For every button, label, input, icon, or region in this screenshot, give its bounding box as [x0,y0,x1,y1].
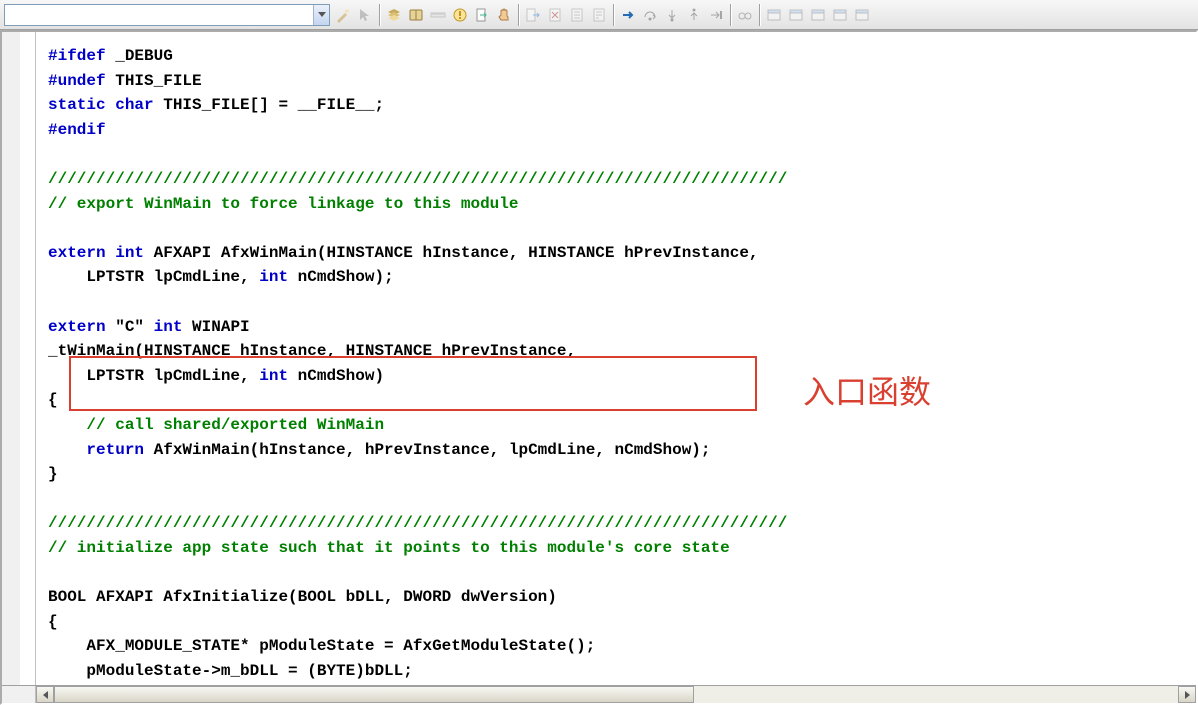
code-token: char [115,96,153,114]
scroll-right-button[interactable] [1178,686,1196,703]
toolbar-separator [518,4,519,26]
code-token: // export WinMain to force linkage to th… [48,195,518,213]
hand-icon[interactable] [493,4,515,26]
scroll-left-button[interactable] [36,686,54,703]
editor-gutter [2,32,36,685]
chevron-down-icon[interactable] [313,5,329,25]
code-token: { [48,391,58,409]
doc-right-icon[interactable] [471,4,493,26]
code-token: LPTSTR lpCmdLine, [48,268,259,286]
code-token [48,416,86,434]
doc-x-icon[interactable] [544,4,566,26]
code-token: { [48,613,58,631]
toolbar-separator [379,4,380,26]
code-token: WINAPI [182,318,249,336]
code-token: static [48,96,106,114]
code-text[interactable]: #ifdef _DEBUG #undef THIS_FILE static ch… [36,32,1196,683]
breakpoint-margin[interactable] [2,32,20,685]
editor-frame: #ifdef _DEBUG #undef THIS_FILE static ch… [0,30,1198,705]
code-token [106,244,116,262]
step-into-icon[interactable] [661,4,683,26]
code-token: _tWinMain(HINSTANCE hInstance, HINSTANCE… [48,342,576,360]
pointer-icon[interactable] [354,4,376,26]
toolbar-separator [613,4,614,26]
code-token: AFXAPI AfxWinMain(HINSTANCE hInstance, H… [144,244,759,262]
step-over-icon[interactable] [639,4,661,26]
code-token: AfxWinMain(hInstance, hPrevInstance, lpC… [144,441,711,459]
code-token [48,441,86,459]
code-token: int [154,318,183,336]
code-token [106,96,116,114]
scroll-thumb[interactable] [54,686,694,703]
code-token: ////////////////////////////////////////… [48,514,787,532]
doc-arrow-icon[interactable] [522,4,544,26]
code-token: #endif [48,121,106,139]
editor-wrap: #ifdef _DEBUG #undef THIS_FILE static ch… [2,32,1196,685]
run-to-icon[interactable] [705,4,727,26]
scrollbar-spacer [2,686,36,703]
code-token: "C" [106,318,154,336]
window1-icon[interactable] [763,4,785,26]
window5-icon[interactable] [851,4,873,26]
book-icon[interactable] [405,4,427,26]
code-token: AFX_MODULE_STATE* pModuleState = AfxGetM… [48,637,595,655]
toolbar [0,0,1198,30]
code-token: } [48,465,58,483]
wand-icon[interactable] [332,4,354,26]
code-viewport[interactable]: #ifdef _DEBUG #undef THIS_FILE static ch… [36,32,1196,685]
code-token: BOOL AFXAPI AfxInitialize(BOOL bDLL, DWO… [48,588,557,606]
code-token: _DEBUG [106,47,173,65]
code-token: pModuleState->m_bDLL = (BYTE)bDLL; [48,662,413,680]
code-token: ////////////////////////////////////////… [48,170,787,188]
window3-icon[interactable] [807,4,829,26]
horizontal-scrollbar[interactable] [2,685,1196,703]
exclaim-icon[interactable] [449,4,471,26]
stack-icon[interactable] [383,4,405,26]
toolbar-separator [759,4,760,26]
code-token: #ifdef [48,47,106,65]
code-token: return [86,441,144,459]
code-token: LPTSTR lpCmdLine, [48,367,259,385]
toolbar-buttons [332,4,873,26]
code-token: #undef [48,72,106,90]
scroll-track[interactable] [54,686,1178,703]
code-token: int [259,367,288,385]
code-token: // call shared/exported WinMain [86,416,384,434]
code-token: extern [48,318,106,336]
arrow-right-icon[interactable] [617,4,639,26]
window2-icon[interactable] [785,4,807,26]
doc-lines2-icon[interactable] [588,4,610,26]
toolbar-separator [730,4,731,26]
code-token: nCmdShow); [288,268,394,286]
doc-lines-icon[interactable] [566,4,588,26]
code-token: extern [48,244,106,262]
code-token: THIS_FILE [106,72,202,90]
code-token: // initialize app state such that it poi… [48,539,730,557]
code-token: int [115,244,144,262]
toolbar-combo[interactable] [4,4,330,26]
step-out-icon[interactable] [683,4,705,26]
glasses-icon[interactable] [734,4,756,26]
window4-icon[interactable] [829,4,851,26]
code-token: nCmdShow) [288,367,384,385]
ruler-icon[interactable] [427,4,449,26]
code-token: THIS_FILE[] = __FILE__; [154,96,384,114]
code-token: int [259,268,288,286]
